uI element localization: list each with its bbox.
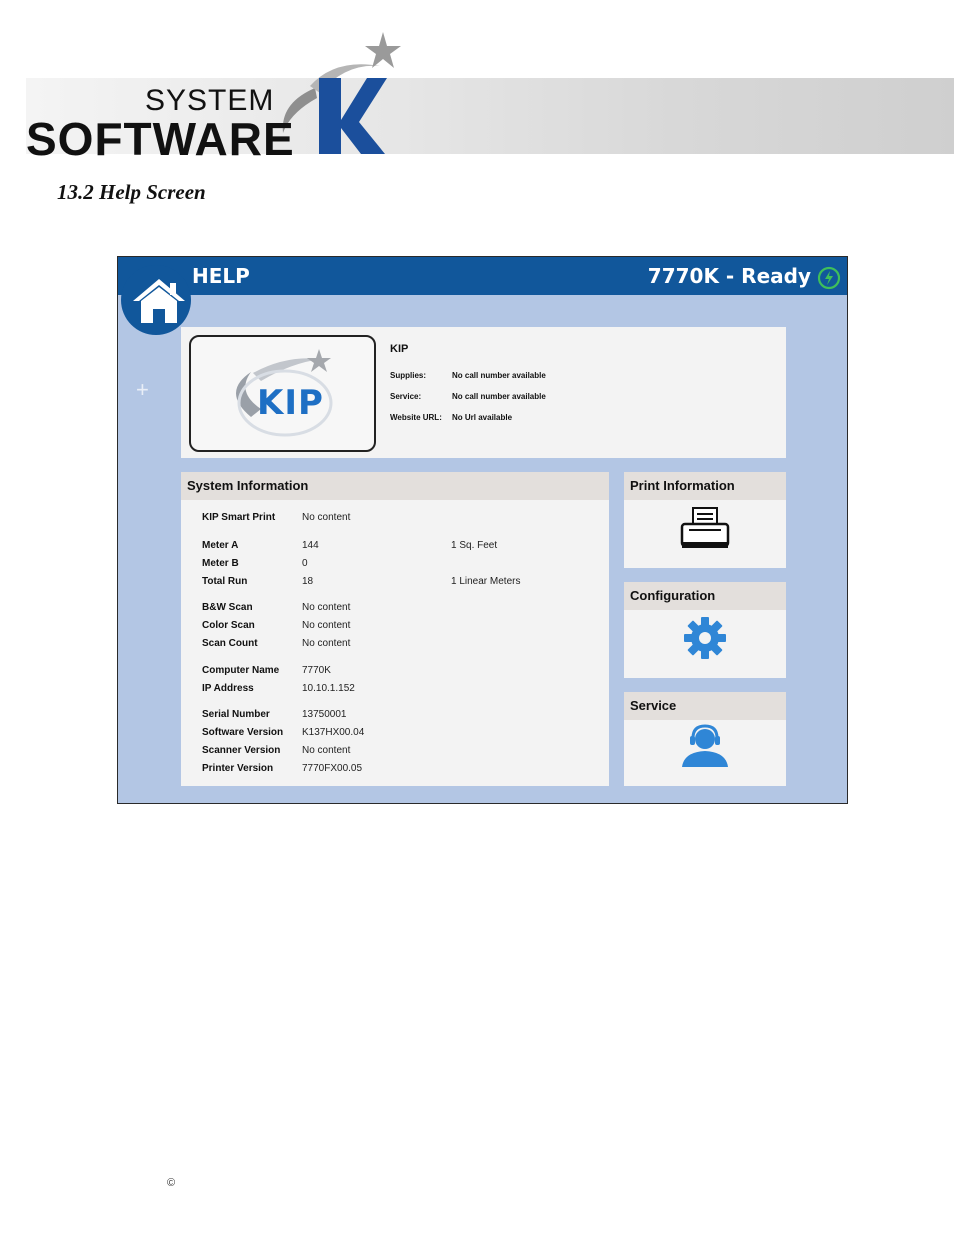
info-label: IP Address <box>202 683 254 694</box>
info-value: 18 <box>302 576 314 587</box>
info-unit: 1 Linear Meters <box>451 576 521 587</box>
info-label: Total Run <box>202 576 248 587</box>
info-value: 10.10.1.152 <box>302 683 355 694</box>
configuration-button[interactable]: Configuration <box>624 582 786 678</box>
panel-header: System Information <box>181 472 609 500</box>
info-value: No content <box>302 602 351 613</box>
home-icon <box>133 279 185 323</box>
info-value: 0 <box>302 558 308 569</box>
info-label: Meter A <box>202 540 239 551</box>
info-label: Serial Number <box>202 709 270 720</box>
screen-title: HELP <box>192 264 250 288</box>
kip-website-row: Website URL: No Url available <box>390 413 512 422</box>
kip-logo-frame: KIP <box>189 335 376 452</box>
help-screen-screenshot: HELP 7770K - Ready + KIP KIP Supplies: No… <box>117 256 848 804</box>
kip-company-name: KIP <box>390 343 409 355</box>
info-label: Computer Name <box>202 665 280 676</box>
printer-icon <box>680 507 730 548</box>
copyright-symbol: © <box>167 1177 176 1189</box>
info-value: 7770FX00.05 <box>302 763 363 774</box>
home-button[interactable] <box>121 265 191 335</box>
info-value: 144 <box>302 540 319 551</box>
info-label: B&W Scan <box>202 602 253 613</box>
section-title: 13.2 Help Screen <box>57 180 206 204</box>
kip-row-label: Website URL: <box>390 413 442 422</box>
panel-header: Service <box>624 692 786 720</box>
info-value: 13750001 <box>302 709 347 720</box>
info-unit: 1 Sq. Feet <box>451 540 498 551</box>
kip-row-label: Service: <box>390 392 422 401</box>
kip-row-value: No call number available <box>452 371 546 380</box>
kip-service-row: Service: No call number available <box>390 392 546 401</box>
panel-header: Configuration <box>624 582 786 610</box>
kip-contact-card: KIP KIP Supplies: No call number availabl… <box>181 327 786 458</box>
info-value: No content <box>302 620 351 631</box>
print-information-button[interactable]: Print Information <box>624 472 786 568</box>
logo-software-text: SOFTWARE <box>26 113 295 165</box>
kip-supplies-row: Supplies: No call number available <box>390 371 546 380</box>
service-button[interactable]: Service <box>624 692 786 786</box>
info-value: No content <box>302 638 351 649</box>
info-label: KIP Smart Print <box>202 512 276 523</box>
kip-row-value: No call number available <box>452 392 546 401</box>
info-label: Meter B <box>202 558 239 569</box>
info-value: No content <box>302 512 351 523</box>
info-label: Software Version <box>202 727 284 738</box>
panel-header: Print Information <box>624 472 786 500</box>
support-agent-icon <box>682 724 728 767</box>
info-label: Scan Count <box>202 638 258 649</box>
info-label: Color Scan <box>202 620 255 631</box>
kip-row-value: No Url available <box>452 413 513 422</box>
add-plus-icon[interactable]: + <box>136 377 149 403</box>
kip-row-label: Supplies: <box>390 371 427 380</box>
system-information-panel: System Information KIP Smart Print No co… <box>181 472 609 786</box>
info-value: K137HX00.04 <box>302 727 365 738</box>
info-label: Printer Version <box>202 763 274 774</box>
info-value: No content <box>302 745 351 756</box>
info-value: 7770K <box>302 665 331 676</box>
kip-logo-text: KIP <box>257 383 324 423</box>
ready-status-icon <box>817 266 841 290</box>
printer-status: 7770K - Ready <box>647 264 811 288</box>
info-label: Scanner Version <box>202 745 281 756</box>
gear-icon <box>684 617 726 659</box>
